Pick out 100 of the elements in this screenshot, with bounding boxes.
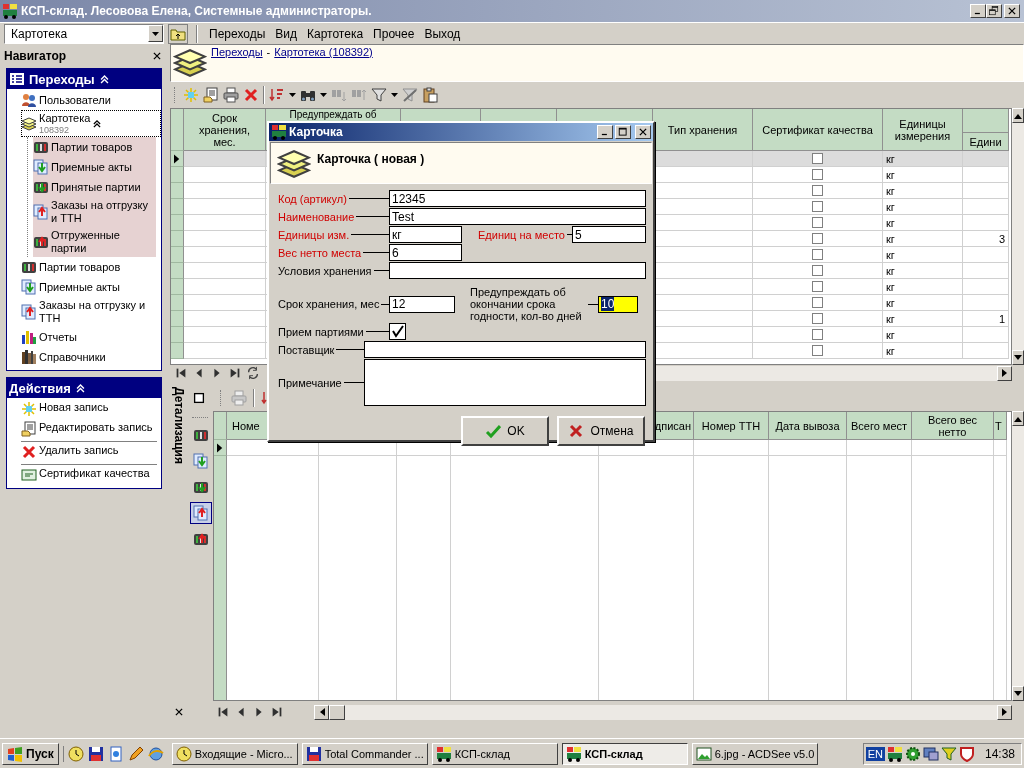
checkbox[interactable]: [812, 313, 823, 324]
start-button[interactable]: Пуск: [2, 742, 59, 765]
view-dropdown[interactable]: Картотека: [4, 23, 164, 44]
first-record-icon[interactable]: [174, 366, 188, 380]
globe-icon[interactable]: [147, 745, 164, 762]
vertical-scrollbar[interactable]: [1012, 108, 1024, 365]
nav-item[interactable]: Партии товаров: [21, 257, 161, 277]
nav-item[interactable]: Пользователи: [21, 90, 161, 110]
checkbox[interactable]: [812, 185, 823, 196]
nav-item[interactable]: Справочники: [21, 347, 161, 367]
scroll-up-button[interactable]: [1012, 411, 1024, 426]
text-field[interactable]: Test: [389, 208, 646, 225]
scroll-up-button[interactable]: [1012, 108, 1024, 123]
nav-item[interactable]: Сертификат качества: [21, 464, 157, 485]
nav-item[interactable]: Редактировать запись: [21, 419, 161, 439]
dropdown-caret-icon[interactable]: [391, 93, 398, 97]
detail-tab[interactable]: Детализация: [172, 385, 186, 704]
checkbox[interactable]: [812, 329, 823, 340]
panel-header[interactable]: Переходы: [7, 69, 161, 89]
text-field[interactable]: 10: [598, 295, 638, 313]
last-record-icon[interactable]: [270, 705, 284, 719]
text-field[interactable]: 5: [572, 226, 646, 243]
cancel-button[interactable]: Отмена: [557, 416, 645, 446]
ok-button[interactable]: OK: [461, 416, 549, 446]
clock-icon[interactable]: [67, 745, 84, 762]
folder-up-button[interactable]: [168, 23, 188, 44]
square-icon[interactable]: [192, 391, 206, 405]
dropdown-caret-icon[interactable]: [289, 93, 296, 97]
sort-icon[interactable]: [269, 87, 285, 103]
edit-document-icon[interactable]: [203, 87, 219, 103]
checkbox[interactable]: [812, 169, 823, 180]
menu-item[interactable]: Выход: [419, 26, 466, 41]
menu-item[interactable]: Картотека: [302, 26, 369, 41]
gear-icon[interactable]: [904, 745, 921, 762]
app-icon[interactable]: [886, 745, 903, 762]
column-header[interactable]: Всего вес нетто: [912, 412, 994, 440]
document-icon[interactable]: [107, 745, 124, 762]
column-header[interactable]: Срок хранения, мес.: [184, 109, 266, 151]
scroll-down-button[interactable]: [1012, 350, 1024, 365]
pencil-icon[interactable]: [127, 745, 144, 762]
taskbar-button[interactable]: КСП-склад: [561, 742, 688, 765]
checkbox[interactable]: [812, 233, 823, 244]
filter-icon[interactable]: [371, 87, 387, 103]
taskbar-button[interactable]: 6.jpg - ACDSee v5.0: [691, 742, 819, 765]
memo-field[interactable]: [364, 359, 646, 406]
scroll-right-button[interactable]: [997, 704, 1012, 720]
column-header[interactable]: Номер ТТН: [694, 412, 769, 440]
close-icon[interactable]: [174, 707, 184, 717]
taskbar-button[interactable]: КСП-склад: [431, 742, 558, 765]
minimize-button[interactable]: [970, 4, 986, 18]
nav-item[interactable]: Приемные акты: [33, 157, 156, 177]
text-field[interactable]: 12: [389, 295, 455, 313]
text-field[interactable]: [364, 341, 646, 358]
shield-icon[interactable]: [958, 745, 975, 762]
nav-item[interactable]: Принятые партии: [33, 177, 156, 197]
detail-tab-button[interactable]: [189, 502, 212, 524]
nav-item[interactable]: Картотека 108392: [21, 110, 161, 137]
nav-item[interactable]: Отгруженные партии: [33, 227, 156, 257]
row-indicator[interactable]: [214, 440, 227, 456]
column-header[interactable]: Дата вывоза: [769, 412, 847, 440]
checkbox[interactable]: [812, 201, 823, 212]
scroll-thumb[interactable]: [329, 704, 345, 720]
column-header[interactable]: Сертификат качества: [753, 109, 883, 151]
row-indicator[interactable]: [171, 151, 184, 167]
funnel-icon[interactable]: [940, 745, 957, 762]
checkbox[interactable]: [812, 153, 823, 164]
breadcrumb-link[interactable]: Переходы: [211, 46, 263, 58]
minimize-button[interactable]: [597, 125, 613, 139]
scroll-down-button[interactable]: [1012, 686, 1024, 701]
close-button[interactable]: [635, 125, 651, 139]
refresh-icon[interactable]: [246, 366, 260, 380]
menu-item[interactable]: Переходы: [204, 26, 271, 41]
clipboard-icon[interactable]: [422, 87, 438, 103]
nav-item[interactable]: Новая запись: [21, 399, 161, 419]
column-header[interactable]: Всего мест: [847, 412, 912, 440]
nav-item[interactable]: Отчеты: [21, 327, 161, 347]
checkbox[interactable]: [812, 281, 823, 292]
menu-item[interactable]: Прочее: [368, 26, 420, 41]
checkbox[interactable]: [812, 249, 823, 260]
nav-item[interactable]: Партии товаров: [33, 137, 156, 157]
nav-item[interactable]: Заказы на отгрузку и ТТН: [21, 297, 161, 327]
checkbox[interactable]: [812, 265, 823, 276]
text-field[interactable]: [389, 262, 646, 279]
restore-button[interactable]: [986, 4, 1002, 18]
vertical-scrollbar[interactable]: [1012, 411, 1024, 701]
horizontal-scrollbar[interactable]: [314, 704, 1012, 720]
column-header[interactable]: Едини: [967, 133, 1004, 150]
first-record-icon[interactable]: [216, 705, 230, 719]
checkbox[interactable]: [812, 297, 823, 308]
checkbox[interactable]: [812, 217, 823, 228]
text-field[interactable]: 12345: [389, 190, 646, 207]
language-indicator[interactable]: EN: [865, 746, 885, 761]
monitor-icon[interactable]: [922, 745, 939, 762]
taskbar-button[interactable]: Входящие - Micro...: [171, 742, 298, 765]
panel-header[interactable]: Действия: [7, 378, 161, 398]
delete-icon[interactable]: [243, 87, 259, 103]
checkbox[interactable]: [389, 323, 406, 340]
breadcrumb-link[interactable]: Картотека (108392): [274, 46, 373, 58]
maximize-button[interactable]: [615, 125, 631, 139]
menu-item[interactable]: Вид: [270, 26, 302, 41]
